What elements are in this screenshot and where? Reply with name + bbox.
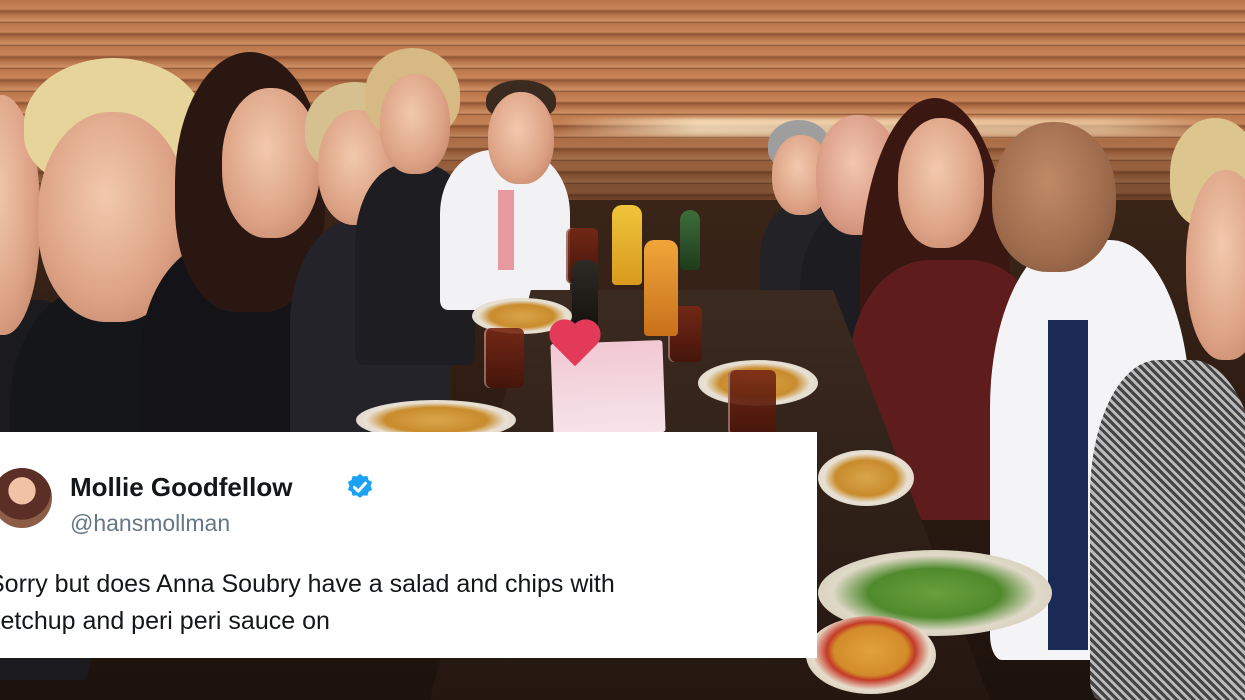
tweet-text-line-2: ketchup and peri peri sauce on bbox=[0, 607, 330, 635]
tweet-text-line-1: Sorry but does Anna Soubry have a salad … bbox=[0, 570, 615, 598]
glass-3 bbox=[728, 370, 776, 436]
tweet-body: Sorry but does Anna Soubry have a salad … bbox=[0, 566, 808, 640]
user-handle[interactable]: @hansmollman bbox=[70, 510, 230, 537]
display-name[interactable]: Mollie Goodfellow bbox=[70, 472, 292, 503]
plate-3 bbox=[818, 450, 914, 506]
sauce-bottle-1 bbox=[612, 205, 642, 285]
sauce-bottle-2 bbox=[644, 240, 678, 336]
verified-badge-icon bbox=[347, 473, 373, 498]
chips-plate bbox=[806, 616, 936, 694]
sauce-bottle-4 bbox=[680, 210, 700, 270]
glass-2 bbox=[484, 328, 524, 388]
